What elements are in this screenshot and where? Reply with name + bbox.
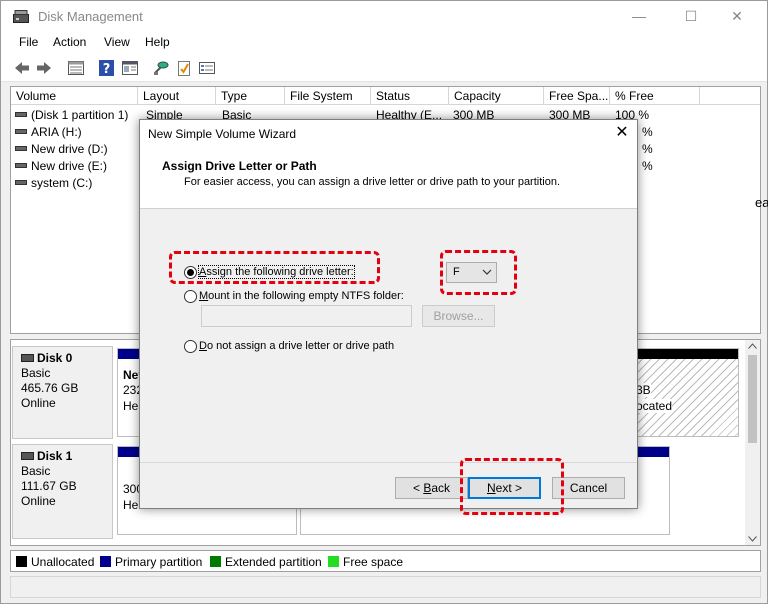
volume-row[interactable]: system (C:) (15, 176, 92, 193)
disk-size: 465.76 GB (21, 381, 79, 395)
check-icon[interactable] (175, 59, 193, 77)
column-header-status[interactable]: Status (371, 87, 449, 105)
scroll-down-icon[interactable] (748, 536, 757, 542)
drive-icon (15, 146, 27, 152)
legend-label: Free space (343, 555, 404, 569)
disk-icon (21, 452, 34, 460)
disk-name: Disk 1 (37, 449, 73, 463)
column-header-volume[interactable]: Volume (11, 87, 138, 105)
volume-name: (Disk 1 partition 1) (31, 108, 129, 122)
menu-action[interactable]: Action (53, 35, 86, 49)
wizard-title: New Simple Volume Wizard (148, 127, 297, 141)
legend-label: Primary partition (115, 555, 203, 569)
wizard-heading: Assign Drive Letter or Path (162, 159, 317, 173)
status-bar (10, 576, 761, 598)
volume-row[interactable]: ARIA (H:) (15, 125, 82, 142)
volume-name: ARIA (H:) (31, 125, 82, 139)
no-assign-label[interactable]: Do not assign a drive letter or drive pa… (199, 340, 394, 352)
volume-name: New drive (D:) (31, 142, 108, 156)
title-bar: Disk Management — ☐ ✕ (1, 1, 767, 32)
disk-name: Disk 0 (37, 351, 73, 365)
drive-icon (15, 129, 27, 135)
legend-label: Unallocated (31, 555, 95, 569)
unallocated-size: 3B (636, 383, 651, 397)
volume-percent-partial: % (642, 125, 653, 139)
menu-view[interactable]: View (104, 35, 130, 49)
legend-swatch (100, 556, 111, 567)
menu-file[interactable]: File (19, 35, 38, 49)
properties-icon[interactable] (121, 59, 139, 77)
highlight-assign-letter (169, 251, 380, 284)
close-button[interactable]: ✕ (714, 1, 760, 32)
volume-row[interactable]: New drive (D:) (15, 142, 108, 159)
column-header-capacity[interactable]: Capacity (449, 87, 544, 105)
folder-path-input[interactable] (201, 305, 412, 327)
volume-percent-partial: % (642, 159, 653, 173)
new-simple-volume-wizard: New Simple Volume Wizard ✕ Assign Drive … (139, 119, 638, 509)
disk-type: Basic (21, 464, 51, 478)
disk-size: 111.67 GB (21, 479, 77, 493)
svg-text:?: ? (103, 62, 111, 77)
disk-0-label[interactable]: Disk 0 Basic 465.76 GB Online (12, 346, 113, 439)
highlight-next-button (460, 458, 564, 515)
legend-item: Free space (328, 555, 403, 569)
legend: Unallocated Primary partition Extended p… (10, 550, 761, 572)
back-button[interactable]: < Back (395, 477, 468, 499)
disk-type: Basic (21, 366, 51, 380)
menu-bar: File Action View Help (1, 32, 767, 54)
unallocated-label: ocated (636, 399, 673, 413)
wizard-header: New Simple Volume Wizard ✕ Assign Drive … (140, 120, 637, 209)
wizard-close-button[interactable]: ✕ (610, 123, 634, 143)
volume-row[interactable]: (Disk 1 partition 1) (15, 108, 128, 125)
toolbar: ? (1, 54, 767, 82)
truncated-text: ea (755, 195, 768, 210)
disk-state: Online (21, 396, 56, 410)
volume-name: system (C:) (31, 176, 93, 190)
menu-help[interactable]: Help (145, 35, 170, 49)
column-header-type[interactable]: Type (216, 87, 285, 105)
disk-management-app-icon (13, 10, 29, 23)
minimize-button[interactable]: — (616, 1, 662, 32)
back-arrow-icon[interactable] (13, 59, 31, 77)
column-header-percent-free[interactable]: % Free (610, 87, 700, 105)
volume-percent-partial: % (642, 142, 653, 156)
disk-1-label[interactable]: Disk 1 Basic 111.67 GB Online (12, 444, 113, 539)
connect-icon[interactable] (152, 59, 170, 77)
legend-item: Unallocated (16, 555, 94, 569)
maximize-button[interactable]: ☐ (668, 1, 714, 32)
disk-state: Online (21, 494, 56, 508)
no-assign-radio[interactable] (184, 340, 197, 353)
volume-name: New drive (E:) (31, 159, 108, 173)
window-title: Disk Management (38, 9, 143, 24)
column-header-filler (700, 87, 760, 105)
scroll-up-icon[interactable] (748, 343, 757, 349)
help-icon[interactable]: ? (98, 59, 116, 77)
legend-item: Primary partition (100, 555, 202, 569)
disk-map-scrollbar[interactable] (745, 340, 760, 545)
volume-row[interactable]: New drive (E:) (15, 159, 107, 176)
column-header-file-system[interactable]: File System (285, 87, 371, 105)
legend-item: Extended partition (210, 555, 322, 569)
browse-button[interactable]: Browse... (422, 305, 495, 327)
scroll-thumb[interactable] (748, 355, 757, 443)
mount-folder-label[interactable]: Mount in the following empty NTFS folder… (199, 290, 404, 302)
mount-folder-radio[interactable] (184, 290, 197, 303)
drive-icon (15, 163, 27, 169)
column-header-layout[interactable]: Layout (138, 87, 216, 105)
column-header-free-space[interactable]: Free Spa... (544, 87, 610, 105)
legend-swatch (16, 556, 27, 567)
legend-label: Extended partition (225, 555, 322, 569)
disk-icon (21, 354, 34, 362)
forward-arrow-icon[interactable] (35, 59, 53, 77)
settings-list-icon[interactable] (198, 59, 216, 77)
legend-swatch (328, 556, 339, 567)
wizard-subheading: For easier access, you can assign a driv… (184, 176, 561, 188)
disk-list-icon[interactable] (67, 59, 85, 77)
highlight-drive-letter (440, 250, 517, 295)
drive-icon (15, 180, 27, 186)
legend-swatch (210, 556, 221, 567)
drive-icon (15, 112, 27, 118)
